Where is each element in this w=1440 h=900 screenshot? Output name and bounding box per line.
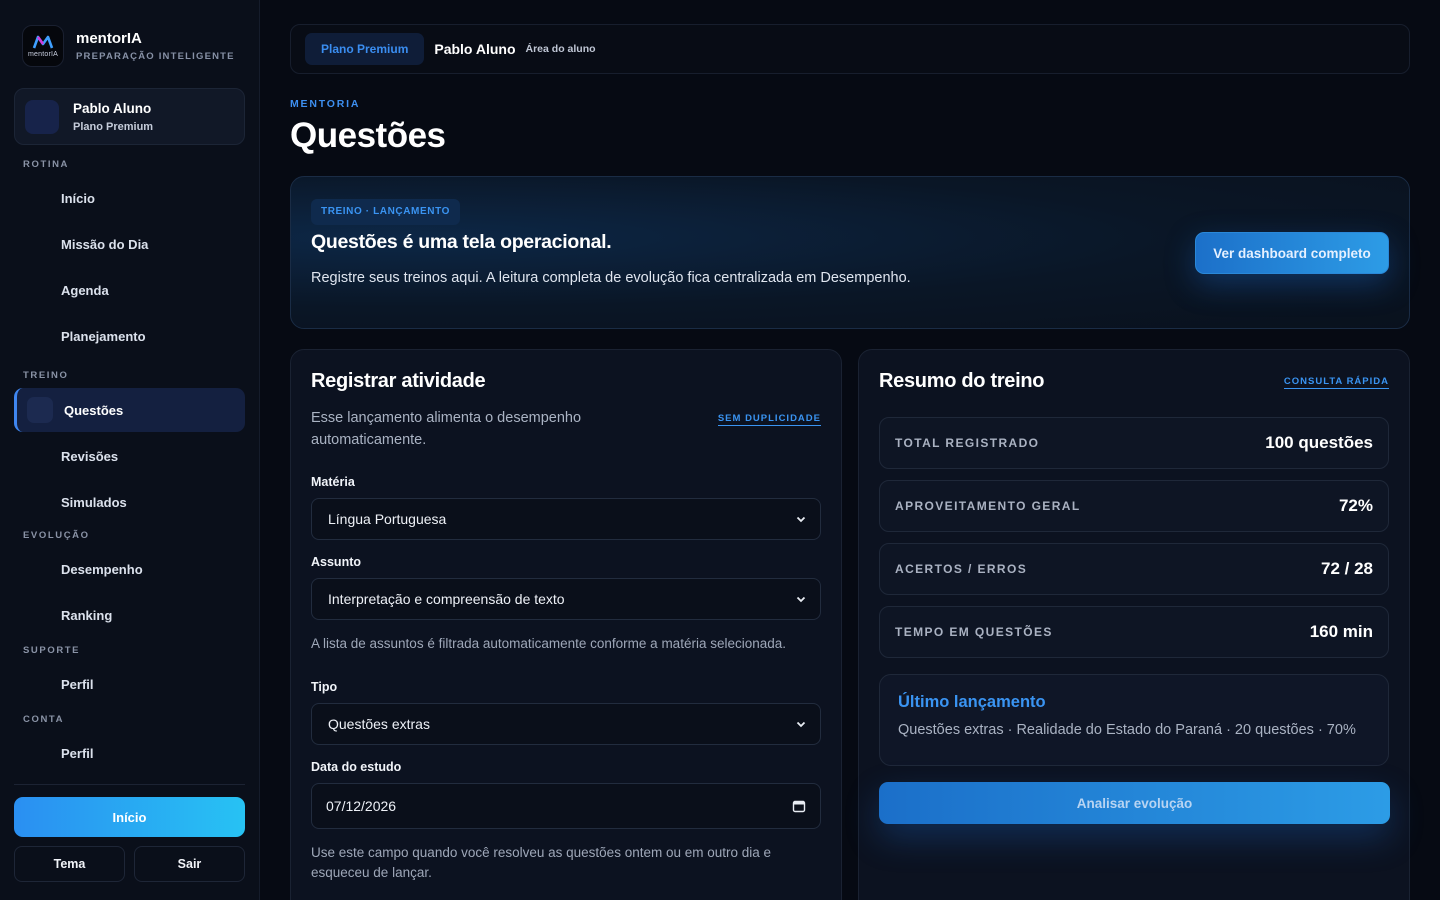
user-name: Pablo Aluno [73,100,152,116]
sidebar-item-revisoes[interactable]: Revisões [14,434,245,478]
nav-section-rotina: ROTINA [23,159,70,170]
training-summary-panel: Resumo do treino CONSULTA RÁPIDA TOTAL R… [858,349,1410,900]
content-columns: Registrar atividade Esse lançamento alim… [290,349,1410,900]
register-activity-panel: Registrar atividade Esse lançamento alim… [290,349,842,900]
date-input-value: 07/12/2026 [326,798,397,814]
chevron-down-icon [796,721,806,728]
topic-select[interactable]: Interpretação e compreensão de texto [311,578,821,620]
brand[interactable]: mentorIA mentorIA PREPARAÇÃO INTELIGENTE [14,24,245,68]
register-subtitle: Esse lançamento alimenta o desempenho au… [311,410,582,448]
last-entry-title: Último lançamento [898,693,1046,711]
view-dashboard-button[interactable]: Ver dashboard completo [1195,232,1389,274]
subject-select-value: Língua Portuguesa [328,511,447,527]
sidebar: mentorIA mentorIA PREPARAÇÃO INTELIGENTE… [0,0,260,900]
sidebar-item-perfil-conta[interactable]: Perfil [14,731,245,775]
nav-section-evolucao: EVOLUÇÃO [23,530,90,541]
sidebar-item-agenda[interactable]: Agenda [14,268,245,312]
sidebar-actions: Início Tema Sair [14,784,245,882]
type-select[interactable]: Questões extras [311,703,821,745]
plan-badge[interactable]: Plano Premium [305,33,425,65]
type-label: Tipo [311,680,338,694]
brand-tagline: PREPARAÇÃO INTELIGENTE [76,51,235,62]
sidebar-item-questoes[interactable]: Questões [14,388,245,432]
questoes-icon [27,397,53,423]
logout-button[interactable]: Sair [134,846,245,882]
stat-label: ACERTOS / ERROS [895,562,1028,576]
summary-stats: TOTAL REGISTRADO 100 questões APROVEITAM… [879,417,1389,658]
stat-label: TEMPO EM QUESTÕES [895,625,1053,639]
sidebar-item-simulados[interactable]: Simulados [14,480,245,524]
brand-logo-text: mentorIA [28,51,58,58]
app-root: mentorIA mentorIA PREPARAÇÃO INTELIGENTE… [0,0,1440,900]
sidebar-item-planejamento[interactable]: Planejamento [14,314,245,358]
topbar-area-label: Área do aluno [525,43,596,55]
stat-value: 100 questões [1265,433,1373,452]
page-title: Questões [290,116,446,155]
brand-name: mentorIA [76,30,142,47]
date-label: Data do estudo [311,760,402,774]
nav-section-suporte: SUPORTE [23,645,81,656]
topbar: Plano Premium Pablo Aluno Área do aluno [290,24,1410,74]
stat-label: APROVEITAMENTO GERAL [895,499,1081,513]
stat-time: TEMPO EM QUESTÕES 160 min [879,606,1389,658]
main-content: Plano Premium Pablo Aluno Área do aluno … [260,0,1440,900]
stat-overall-rate: APROVEITAMENTO GERAL 72% [879,480,1389,532]
sidebar-item-questoes-label: Questões [64,402,124,418]
user-plan: Plano Premium [73,120,154,133]
sidebar-item-missao-do-dia[interactable]: Missão do Dia [14,222,245,266]
chevron-down-icon [796,596,806,603]
stat-value: 72 / 28 [1321,559,1373,578]
topic-label: Assunto [311,555,361,569]
topic-helper: A lista de assuntos é filtrada automatic… [311,636,787,651]
date-input[interactable]: 07/12/2026 [311,783,821,829]
page-eyebrow: MENTORIA [290,98,361,110]
sidebar-nav: ROTINA Início Missão do Dia Agenda Plane… [14,159,245,775]
subject-select[interactable]: Língua Portuguesa [311,498,821,540]
hero-card: TREINO · LANÇAMENTO Questões é uma tela … [290,176,1410,329]
topic-select-value: Interpretação e compreensão de texto [328,591,565,607]
brand-logo-icon: mentorIA [22,25,64,67]
sidebar-item-desempenho[interactable]: Desempenho [14,547,245,591]
stat-value: 160 min [1309,622,1373,641]
home-button[interactable]: Início [14,797,245,837]
nav-section-conta: CONTA [23,714,65,725]
quick-consult-badge: CONSULTA RÁPIDA [1283,376,1389,389]
register-title: Registrar atividade [311,370,486,392]
theme-button[interactable]: Tema [14,846,125,882]
summary-title: Resumo do treino [879,370,1045,392]
sidebar-item-inicio[interactable]: Início [14,176,245,220]
avatar [25,99,59,134]
stat-hits-errors: ACERTOS / ERROS 72 / 28 [879,543,1389,595]
hero-tag: TREINO · LANÇAMENTO [311,199,460,225]
stat-label: TOTAL REGISTRADO [895,436,1040,450]
nav-section-treino: TREINO [23,370,69,381]
user-card[interactable]: Pablo Aluno Plano Premium [14,88,245,145]
sidebar-item-perfil-suporte[interactable]: Perfil [14,662,245,706]
subject-label: Matéria [311,475,355,489]
last-entry-card: Último lançamento Questões extras · Real… [879,674,1389,766]
last-entry-text: Questões extras · Realidade do Estado do… [898,722,1356,738]
type-select-value: Questões extras [328,716,430,732]
sidebar-item-ranking[interactable]: Ranking [14,593,245,637]
calendar-icon[interactable] [792,799,806,813]
date-helper: Use este campo quando você resolveu as q… [311,845,772,880]
topbar-user-name: Pablo Aluno [434,41,516,57]
stat-value: 72% [1338,496,1373,515]
chevron-down-icon [796,516,806,523]
analyze-evolution-button[interactable]: Analisar evolução [879,782,1390,824]
stat-total-registered: TOTAL REGISTRADO 100 questões [879,417,1389,469]
no-duplicate-badge: SEM DUPLICIDADE [717,413,821,426]
